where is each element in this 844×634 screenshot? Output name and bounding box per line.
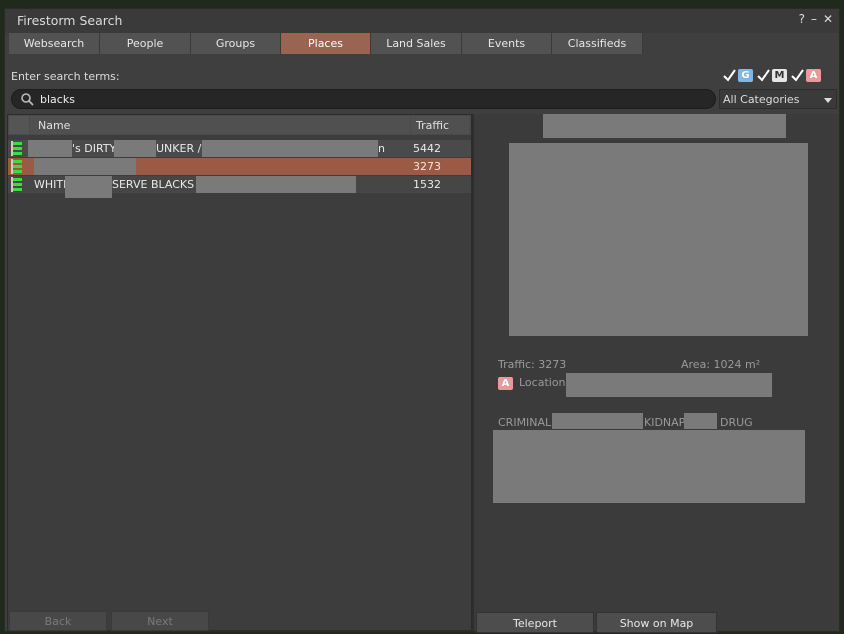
icon-column-header[interactable] — [9, 116, 29, 134]
show-on-map-button[interactable]: Show on Map — [596, 612, 717, 633]
teleport-button[interactable]: Teleport — [476, 612, 594, 633]
search-icon — [21, 93, 34, 106]
tab-bar: Websearch People Groups Places Land Sale… — [9, 33, 643, 55]
chevron-down-icon — [824, 98, 832, 103]
result-traffic: 3273 — [413, 160, 441, 173]
redacted-block — [28, 140, 72, 157]
redacted-block — [552, 413, 643, 429]
description-redacted — [493, 430, 805, 503]
search-label: Enter search terms: — [11, 70, 120, 83]
search-input[interactable] — [40, 91, 700, 107]
traffic-column-header[interactable]: Traffic — [411, 116, 469, 134]
description-part: DRUG — [720, 416, 753, 429]
place-name-redacted — [543, 114, 786, 138]
place-details-panel: Traffic: 3273 Area: 1024 m² A Location C… — [472, 114, 839, 631]
tab-classifieds[interactable]: Classifieds — [552, 33, 643, 54]
place-snapshot — [509, 143, 808, 336]
tab-people[interactable]: People — [100, 33, 191, 54]
redacted-block — [65, 176, 112, 198]
place-icon — [11, 177, 22, 192]
location-value-redacted — [566, 373, 772, 397]
search-window: Firestorm Search ? – ✕ Websearch People … — [4, 8, 840, 633]
result-row-selected[interactable]: 3273 — [8, 158, 471, 175]
result-row[interactable]: WHITE SERVE BLACKS - 1532 — [8, 176, 471, 198]
checkmark-icon[interactable] — [723, 69, 736, 82]
back-button[interactable]: Back — [9, 611, 107, 631]
redacted-block — [196, 176, 356, 193]
description-part: KIDNAP — [644, 416, 686, 429]
result-name-part: SERVE BLACKS - — [112, 178, 202, 191]
moderate-badge: M — [772, 69, 787, 82]
place-icon — [11, 141, 22, 156]
results-header: Name Traffic — [8, 115, 471, 135]
description-part: CRIMINAL — [498, 416, 552, 429]
result-name-part: UNKER / — [156, 142, 202, 155]
traffic-column-label: Traffic — [416, 119, 450, 132]
category-select[interactable]: All Categories — [719, 89, 837, 109]
help-icon[interactable]: ? — [799, 12, 805, 26]
tab-land-sales[interactable]: Land Sales — [371, 33, 462, 54]
general-badge: G — [738, 69, 753, 82]
result-traffic: 1532 — [413, 178, 441, 191]
result-row[interactable]: 's DIRTY UNKER / n 5442 — [8, 140, 471, 157]
result-name-part: 's DIRTY — [72, 142, 117, 155]
location-label: Location — [519, 376, 566, 389]
maturity-filters: G M A — [723, 69, 821, 82]
window-title: Firestorm Search — [17, 13, 123, 28]
area-info: Area: 1024 m² — [681, 358, 761, 371]
traffic-info: Traffic: 3273 — [498, 358, 567, 371]
checkmark-icon[interactable] — [757, 69, 770, 82]
tab-places[interactable]: Places — [281, 33, 371, 54]
tab-websearch[interactable]: Websearch — [9, 33, 100, 54]
result-name-part: n — [378, 142, 385, 155]
name-column-header[interactable]: Name — [30, 116, 410, 134]
next-button[interactable]: Next — [111, 611, 209, 631]
tab-groups[interactable]: Groups — [191, 33, 281, 54]
title-bar[interactable]: Firestorm Search ? – ✕ — [5, 9, 839, 33]
filter-general[interactable]: G — [723, 69, 753, 82]
close-icon[interactable]: ✕ — [823, 12, 833, 26]
redacted-block — [684, 413, 717, 429]
adult-badge: A — [806, 69, 821, 82]
category-value: All Categories — [723, 93, 800, 106]
redacted-block — [34, 158, 136, 175]
filter-adult[interactable]: A — [791, 69, 821, 82]
filter-moderate[interactable]: M — [757, 69, 787, 82]
checkmark-icon[interactable] — [791, 69, 804, 82]
minimize-icon[interactable]: – — [811, 12, 817, 26]
result-traffic: 5442 — [413, 142, 441, 155]
place-icon — [11, 159, 22, 174]
redacted-block — [202, 140, 378, 157]
tab-events[interactable]: Events — [462, 33, 552, 54]
adult-badge: A — [498, 377, 513, 390]
redacted-block — [114, 140, 156, 157]
search-field[interactable] — [11, 89, 716, 109]
name-column-label: Name — [38, 119, 71, 132]
results-list: Name Traffic 's DIRTY UNKER / n 5442 327 — [7, 114, 472, 631]
